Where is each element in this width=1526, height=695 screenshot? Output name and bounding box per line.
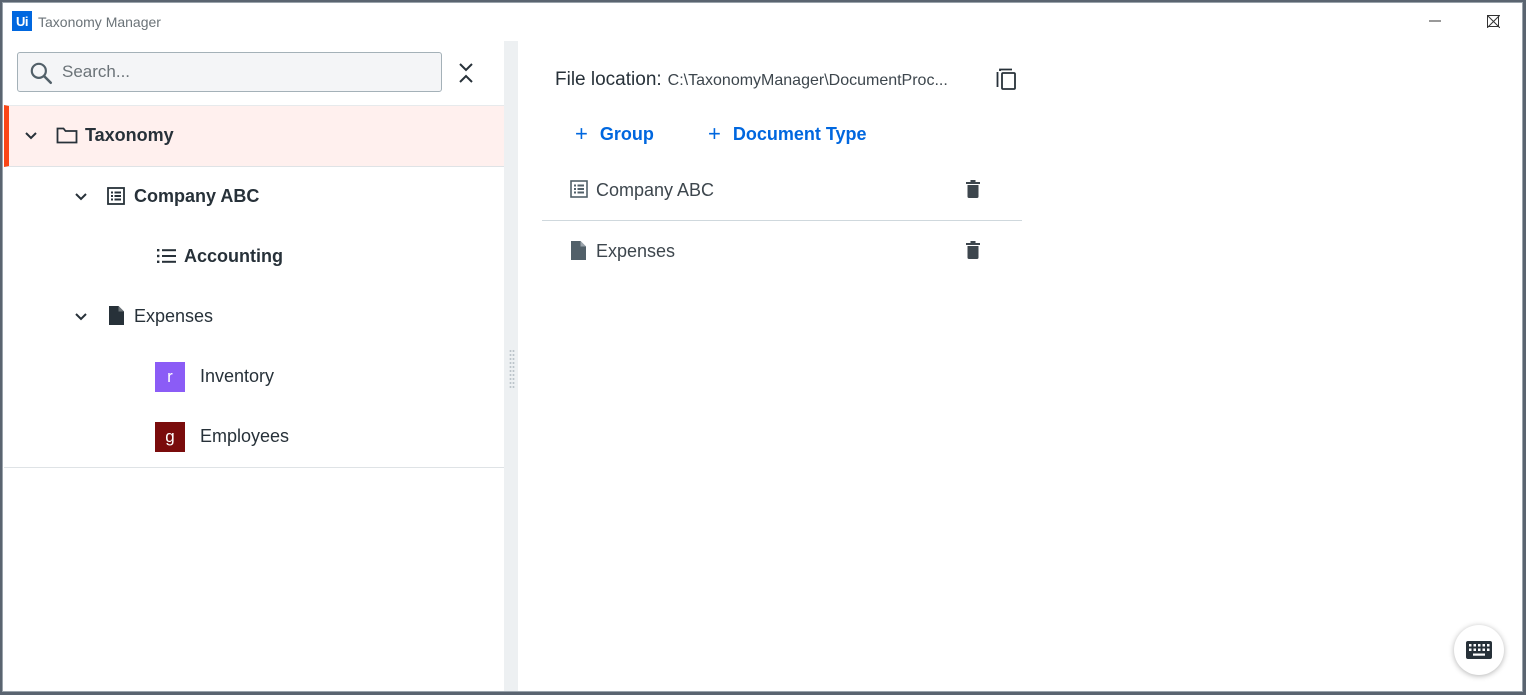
copy-icon xyxy=(996,68,1016,90)
delete-button[interactable] xyxy=(966,241,980,264)
plus-icon: + xyxy=(575,121,588,146)
group-icon xyxy=(107,187,125,205)
search-input[interactable] xyxy=(62,53,432,91)
file-location-label: File location: xyxy=(555,69,662,90)
add-document-type-label: Document Type xyxy=(732,123,867,144)
add-document-type-button[interactable]: + Document Type xyxy=(708,121,867,147)
pane-splitter[interactable] xyxy=(504,41,518,691)
tree-item-company-abc[interactable]: Company ABC xyxy=(4,167,504,227)
file-location-path: C:\TaxonomyManager\DocumentProc... xyxy=(667,72,948,89)
taxonomy-manager-window: Ui Taxonomy Manager Search... Taxonomy C… xyxy=(2,2,1523,692)
details-pane: File location: C:\TaxonomyManager\Docume… xyxy=(518,41,1522,691)
group-icon xyxy=(570,180,588,203)
folder-icon xyxy=(56,126,78,144)
plus-icon: + xyxy=(708,121,721,146)
collapse-all-icon xyxy=(459,63,473,83)
tree-item-label: Company ABC xyxy=(134,186,260,206)
tree-item-field[interactable]: r Inventory xyxy=(4,347,504,407)
close-icon xyxy=(1486,14,1500,28)
close-button[interactable] xyxy=(1464,3,1522,39)
collapse-all-button[interactable] xyxy=(452,58,480,88)
document-icon xyxy=(571,241,586,265)
list-item[interactable]: Company ABC xyxy=(542,161,1022,221)
chevron-down-icon[interactable] xyxy=(71,307,91,327)
tree-item-label: Taxonomy xyxy=(85,125,174,145)
trash-icon xyxy=(966,241,980,259)
taxonomy-tree-pane: Taxonomy Company ABC xyxy=(4,41,504,691)
list-item[interactable]: Expenses xyxy=(542,222,1022,282)
tree-item-label: Employees xyxy=(200,426,290,446)
copy-path-button[interactable] xyxy=(996,68,1020,92)
chevron-down-icon[interactable] xyxy=(21,126,41,146)
tree-item-label: Accounting xyxy=(184,246,283,266)
tree-item-field[interactable]: g Employees xyxy=(4,407,504,467)
tree-item-label: Expenses xyxy=(134,306,214,326)
keyboard-shortcuts-button[interactable] xyxy=(1454,625,1504,675)
minimize-button[interactable] xyxy=(1406,3,1464,39)
field-type-badge: g xyxy=(155,422,185,452)
add-group-label: Group xyxy=(599,123,654,144)
file-location: File location: C:\TaxonomyManager\Docume… xyxy=(555,69,948,91)
list-item-label: Expenses xyxy=(596,241,676,261)
delete-button[interactable] xyxy=(966,180,980,203)
drag-handle-icon xyxy=(509,350,515,388)
document-icon xyxy=(109,306,124,325)
title-bar: Ui Taxonomy Manager xyxy=(3,3,1522,41)
tree-item-expenses[interactable]: Expenses xyxy=(4,287,504,347)
tree-item-taxonomy[interactable]: Taxonomy xyxy=(4,105,504,167)
keyboard-icon xyxy=(1466,641,1492,659)
list-icon xyxy=(157,248,177,264)
minimize-icon xyxy=(1429,20,1441,22)
add-group-button[interactable]: + Group xyxy=(575,121,654,147)
list-item-label: Company ABC xyxy=(596,180,715,200)
tree-item-label: Inventory xyxy=(200,366,275,386)
app-logo: Ui xyxy=(12,11,32,31)
taxonomy-tree: Taxonomy Company ABC Accounting Expenses… xyxy=(4,105,504,468)
tree-item-accounting[interactable]: Accounting xyxy=(4,227,504,287)
trash-icon xyxy=(966,180,980,198)
search-icon xyxy=(30,62,53,85)
field-type-badge: r xyxy=(155,362,185,392)
tree-divider xyxy=(4,467,504,468)
search-box xyxy=(17,52,442,92)
window-title: Taxonomy Manager xyxy=(38,14,161,30)
chevron-down-icon[interactable] xyxy=(71,187,91,207)
